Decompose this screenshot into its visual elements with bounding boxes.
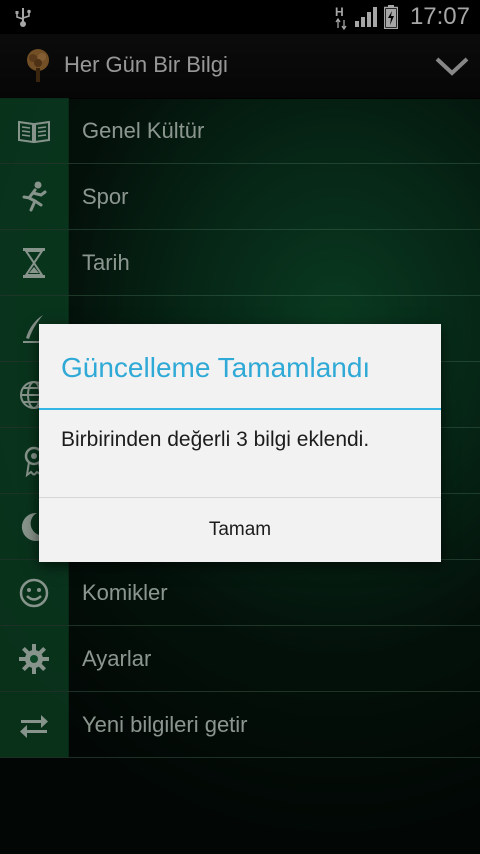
- dialog-title-divider: [39, 408, 441, 410]
- dialog-message: Birbirinden değerli 3 bilgi eklendi.: [61, 428, 370, 451]
- screen: H 17:07 Her Gün Bir Bilgi Genel Kültür S…: [0, 0, 480, 854]
- ok-button[interactable]: Tamam: [39, 498, 441, 562]
- update-complete-dialog: Güncelleme Tamamlandı Birbirinden değerl…: [39, 324, 441, 562]
- dialog-title: Güncelleme Tamamlandı: [61, 352, 371, 383]
